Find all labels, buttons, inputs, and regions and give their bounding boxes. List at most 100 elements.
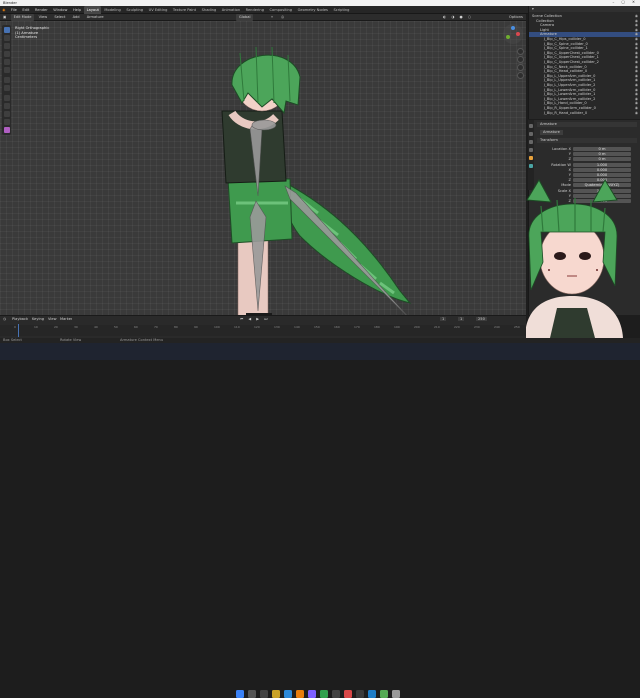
zoom-icon[interactable] bbox=[517, 48, 524, 55]
mode-selector[interactable]: Edit Mode bbox=[10, 14, 35, 21]
discord-icon[interactable] bbox=[308, 690, 316, 698]
data-name-field[interactable]: Armature bbox=[540, 130, 563, 135]
timeline-menu-keying[interactable]: Keying bbox=[32, 317, 44, 321]
timeline-tick-label: 30 bbox=[74, 324, 78, 329]
edge-browser-icon[interactable] bbox=[284, 690, 292, 698]
transform-panel-header[interactable]: Transform bbox=[537, 138, 637, 143]
transform-tool[interactable] bbox=[3, 67, 10, 73]
x-axis-icon[interactable] bbox=[516, 32, 520, 36]
transform-field-value[interactable]: 0.000 bbox=[573, 167, 631, 172]
timeline-tick-label: 80 bbox=[174, 324, 178, 329]
task-view-icon[interactable] bbox=[260, 690, 268, 698]
tab-scripting[interactable]: Scripting bbox=[331, 6, 351, 14]
options-button[interactable]: Options bbox=[506, 14, 526, 21]
timeline-editor-icon[interactable]: ◷ bbox=[3, 317, 6, 321]
transform-field-value[interactable]: 0 m bbox=[573, 147, 631, 151]
playback-controls[interactable]: ⏮ ◀ ▶ ⏭ bbox=[240, 317, 269, 321]
current-frame-field[interactable]: 1 bbox=[440, 317, 447, 321]
editor-type-icon[interactable]: ▣ bbox=[0, 14, 9, 21]
app-icon-dark[interactable] bbox=[356, 690, 364, 698]
select-box-tool[interactable] bbox=[3, 27, 10, 33]
annotate-tool[interactable] bbox=[3, 77, 10, 83]
snap-icon[interactable]: ⌖ bbox=[268, 14, 276, 21]
transform-field-label: X bbox=[568, 167, 571, 172]
move-tool[interactable] bbox=[3, 43, 10, 49]
bone-paint-tool[interactable] bbox=[3, 127, 10, 133]
cursor-tool[interactable] bbox=[3, 35, 10, 41]
timeline-track[interactable] bbox=[0, 325, 526, 336]
timeline-menu-marker[interactable]: Marker bbox=[60, 317, 72, 321]
transform-field-value[interactable]: 0 m bbox=[573, 152, 631, 157]
scale-tool[interactable] bbox=[3, 59, 10, 65]
transform-field-value[interactable]: 1.000 bbox=[573, 162, 631, 167]
camera-view-icon[interactable] bbox=[517, 64, 524, 71]
app-icon-red[interactable] bbox=[344, 690, 352, 698]
timeline-tick-label: 20 bbox=[54, 324, 58, 329]
start-menu-icon[interactable] bbox=[236, 690, 244, 698]
blender-taskbar-icon[interactable] bbox=[296, 690, 304, 698]
tab-texture-paint[interactable]: Texture Paint bbox=[171, 6, 199, 14]
playhead[interactable] bbox=[18, 324, 19, 337]
rotate-tool[interactable] bbox=[3, 51, 10, 57]
file-explorer-icon[interactable] bbox=[272, 690, 280, 698]
header-menu-select[interactable]: Select bbox=[51, 14, 68, 21]
timeline-menu-playback[interactable]: Playback bbox=[12, 317, 28, 321]
tab-animation[interactable]: Animation bbox=[220, 6, 243, 14]
header-menu-add[interactable]: Add bbox=[70, 14, 83, 21]
menu-window[interactable]: Window bbox=[51, 6, 70, 14]
tab-shading[interactable]: Shading bbox=[199, 6, 218, 14]
tab-geometry-nodes[interactable]: Geometry Nodes bbox=[295, 6, 330, 14]
bone-envelope-tool[interactable] bbox=[3, 111, 10, 117]
tab-compositing[interactable]: Compositing bbox=[267, 6, 294, 14]
transform-field-value[interactable]: 0 m bbox=[573, 157, 631, 162]
timeline-tick-label: 200 bbox=[414, 324, 420, 329]
render-tab-icon[interactable] bbox=[529, 132, 533, 136]
perspective-toggle-icon[interactable] bbox=[517, 72, 524, 79]
start-frame-field[interactable]: 1 bbox=[458, 317, 465, 321]
tab-modeling[interactable]: Modeling bbox=[102, 6, 123, 14]
y-axis-icon[interactable] bbox=[506, 35, 510, 39]
tab-uv-editing[interactable]: UV Editing bbox=[146, 6, 169, 14]
window-controls[interactable]: – ▢ ✕ bbox=[613, 0, 639, 4]
obs-icon[interactable] bbox=[332, 690, 340, 698]
app-icon-grey[interactable] bbox=[392, 690, 400, 698]
blender-logo-icon[interactable]: ◉ bbox=[0, 6, 8, 14]
outliner-row[interactable]: J_Bip_R_Hand_collider_0 ◉ bbox=[529, 111, 640, 116]
visibility-eye-icon[interactable]: ◉ bbox=[635, 111, 638, 116]
outliner-filter-icon[interactable]: ▾ bbox=[532, 6, 534, 12]
z-axis-icon[interactable] bbox=[511, 26, 515, 30]
extrude-tool[interactable] bbox=[3, 95, 10, 101]
app-icon-blue[interactable] bbox=[368, 690, 376, 698]
menu-help[interactable]: Help bbox=[71, 6, 84, 14]
scene-tab-icon[interactable] bbox=[529, 148, 533, 152]
tool-shelf bbox=[2, 25, 11, 135]
transform-orientation[interactable]: Global bbox=[236, 14, 254, 21]
menu-edit[interactable]: Edit bbox=[20, 6, 31, 14]
menu-file[interactable]: File bbox=[9, 6, 19, 14]
tool-tab-icon[interactable] bbox=[529, 124, 533, 128]
measure-tool[interactable] bbox=[3, 85, 10, 91]
3d-viewport[interactable] bbox=[0, 21, 526, 315]
app-icon-lime[interactable] bbox=[380, 690, 388, 698]
window-title: Blender bbox=[3, 0, 17, 5]
output-tab-icon[interactable] bbox=[529, 140, 533, 144]
header-menu-armature[interactable]: Armature bbox=[84, 14, 107, 21]
menu-render[interactable]: Render bbox=[33, 6, 50, 14]
navigation-gizmo[interactable] bbox=[503, 24, 523, 44]
search-icon[interactable] bbox=[248, 690, 256, 698]
bone-size-tool[interactable] bbox=[3, 103, 10, 109]
roll-tool[interactable] bbox=[3, 119, 10, 125]
armature-data-tab-icon[interactable] bbox=[529, 164, 533, 168]
app-icon-green[interactable] bbox=[320, 690, 328, 698]
proportional-edit-icon[interactable]: ◎ bbox=[278, 14, 287, 21]
object-tab-icon[interactable] bbox=[529, 156, 533, 160]
tab-rendering[interactable]: Rendering bbox=[243, 6, 266, 14]
pan-icon[interactable] bbox=[517, 56, 524, 63]
viewport-shading-icons[interactable]: ◐ ◑ ● ○ bbox=[440, 14, 476, 21]
tab-sculpting[interactable]: Sculpting bbox=[124, 6, 145, 14]
timeline-menu-view[interactable]: View bbox=[48, 317, 57, 321]
transform-field-value[interactable]: 0.000 bbox=[573, 173, 631, 177]
tab-layout[interactable]: Layout bbox=[84, 6, 102, 14]
end-frame-field[interactable]: 250 bbox=[476, 317, 487, 321]
header-menu-view[interactable]: View bbox=[36, 14, 51, 21]
